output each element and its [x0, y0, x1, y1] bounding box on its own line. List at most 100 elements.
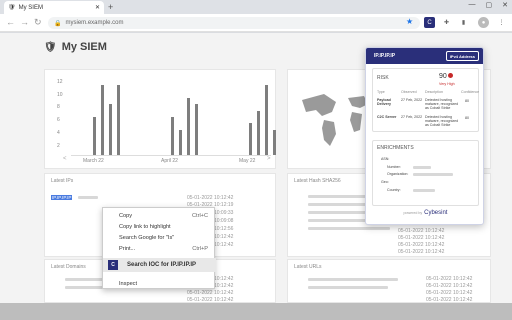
menu-item-copy-link[interactable]: Copy link to highlight — [103, 221, 216, 232]
alert-icon — [448, 73, 453, 78]
menu-item-print[interactable]: Print... Ctrl+P — [103, 243, 216, 254]
y-tick: 4 — [57, 129, 60, 136]
menu-item-search-ioc[interactable]: C Search IOC for IP.IP.IP.IP — [103, 258, 216, 272]
row-date: 05-01-2022 10:12:42 — [187, 195, 234, 201]
risk-score: 90 — [439, 73, 447, 80]
menu-label: Copy link to highlight — [119, 223, 171, 230]
bottom-bar — [0, 303, 512, 320]
menu-label: Search IOC for IP.IP.IP.IP — [127, 262, 197, 268]
menu-label: Print... — [119, 245, 136, 252]
new-tab-button[interactable]: + — [108, 2, 113, 12]
powered-label: powered by — [403, 211, 423, 215]
number-label: Number: — [387, 165, 401, 169]
x-label-may: May 22 — [239, 158, 256, 164]
popup-header: IP.IP.IP.IP IPv4 Address — [366, 48, 483, 64]
chart-bar — [117, 85, 120, 155]
row-date: 05-01-2022 10:12:42 — [398, 249, 445, 255]
enrichments-label: ENRICHMENTS — [377, 145, 414, 151]
row-desc: Detected hosting malware, recognized as … — [425, 115, 459, 127]
cybersixgill-extension-icon[interactable]: C — [424, 17, 435, 28]
chart-bar — [101, 85, 104, 155]
geo-label: Geo: — [381, 180, 389, 184]
row-type: C2C Server — [377, 115, 397, 119]
card-title: Latest Domains — [51, 264, 86, 270]
chart-next-icon[interactable]: > — [267, 156, 271, 162]
reload-icon[interactable]: ↻ — [34, 17, 42, 28]
brand-logo: Cybesint — [424, 210, 448, 216]
bookmark-star-icon[interactable]: ★ — [406, 17, 413, 26]
browser-toolbar: ← → ↻ 🔒 mysiem.example.com ★ C ✚ ▮ ● ⋮ — [0, 14, 512, 32]
risk-section: RISK 90 Very High Type Observed Descript… — [372, 68, 479, 132]
row-type: Payload Delivery — [377, 98, 391, 106]
chart-bar — [179, 129, 182, 155]
kebab-menu-icon[interactable]: ⋮ — [496, 17, 507, 28]
row-date: 05-01-2022 10:12:42 — [426, 276, 473, 282]
row-date: 05-01-2022 10:12:42 — [398, 242, 445, 248]
tab-title: My SIEM — [18, 4, 43, 11]
menu-label: Copy — [119, 212, 133, 219]
ioc-type-badge: IPv4 Address — [445, 51, 479, 61]
window-controls: — ▢ ✕ — [469, 1, 509, 9]
row-desc: Detected hosting malware, recognized as … — [425, 98, 459, 110]
browser-tab[interactable]: 🛡 My SIEM ✕ — [4, 1, 104, 14]
row-observed: 27 Feb, 2022 — [401, 98, 423, 102]
lock-icon: 🔒 — [54, 20, 62, 27]
powered-by: powered by Cybesint — [366, 210, 483, 216]
y-axis: 12 10 8 6 4 2 — [57, 76, 63, 152]
menu-label: Inspect — [119, 280, 138, 287]
ip-link[interactable]: IP.IP.IP.IP — [51, 195, 73, 200]
shortcut: Ctrl+P — [192, 245, 208, 252]
app-title: My SIEM — [61, 41, 107, 53]
latest-urls-card: Latest URLs 05-01-2022 10:12:42 05-01-20… — [287, 259, 491, 303]
close-window-icon[interactable]: ✕ — [502, 1, 508, 9]
sidepanel-icon[interactable]: ▮ — [458, 17, 469, 28]
y-tick: 8 — [57, 104, 60, 111]
forward-icon[interactable]: → — [20, 17, 29, 27]
table-row: IP.IP.IP.IP — [51, 195, 269, 200]
chart-bar — [265, 85, 268, 155]
close-tab-icon[interactable]: ✕ — [95, 4, 100, 11]
extensions-puzzle-icon[interactable]: ✚ — [441, 17, 452, 28]
chart-prev-icon[interactable]: < — [63, 156, 67, 162]
cybersixgill-icon: C — [108, 260, 118, 270]
shield-icon: 🛡 — [44, 41, 57, 53]
chart-bar — [249, 123, 252, 155]
row-date: 05-01-2022 10:12:42 — [426, 290, 473, 296]
enrichments-section: ENRICHMENTS ASN: Number: Organization: G… — [372, 140, 479, 206]
col-header: Description — [425, 90, 443, 94]
minimize-icon[interactable]: — — [469, 1, 476, 9]
ioc-value: IP.IP.IP.IP — [374, 53, 396, 59]
menu-item-copy[interactable]: Copy Ctrl+C — [103, 210, 216, 221]
col-header: Confidence — [461, 90, 480, 94]
y-tick: 6 — [57, 117, 60, 124]
y-tick: 10 — [57, 91, 63, 98]
menu-item-inspect[interactable]: Inspect — [103, 278, 216, 289]
context-menu: Copy Ctrl+C Copy link to highlight Searc… — [102, 207, 216, 289]
events-chart-card: 12 10 8 6 4 2 < > March 22 April 22 May … — [44, 69, 276, 169]
risk-label: RISK — [377, 75, 389, 81]
site-favicon: 🛡 — [8, 5, 16, 11]
asn-label: ASN: — [381, 157, 390, 161]
page-title: 🛡 My SIEM — [44, 41, 107, 53]
risk-level: Very High — [439, 82, 455, 86]
shortcut: Ctrl+C — [191, 212, 208, 219]
profile-avatar[interactable]: ● — [478, 17, 489, 28]
world-map — [302, 94, 368, 146]
card-title: Latest IPs — [51, 178, 74, 184]
chart-bar — [257, 110, 260, 155]
tab-strip: 🛡 My SIEM ✕ + — ▢ ✕ — [0, 0, 512, 14]
x-label-march: March 22 — [83, 158, 104, 164]
chart-plot — [71, 80, 276, 156]
menu-item-search-google[interactable]: Search Google for "Is" — [103, 232, 216, 243]
y-tick: 2 — [57, 142, 60, 149]
country-label: Country: — [387, 188, 401, 192]
back-icon[interactable]: ← — [6, 17, 15, 27]
chart-bar — [171, 117, 174, 155]
row-date: 05-01-2022 10:12:42 — [398, 228, 445, 234]
address-bar[interactable]: 🔒 mysiem.example.com — [48, 17, 420, 29]
chart-bar — [109, 104, 112, 155]
maximize-icon[interactable]: ▢ — [486, 1, 493, 9]
chart-bar — [187, 98, 190, 155]
col-header: Observed — [401, 90, 417, 94]
ioc-popup: IP.IP.IP.IP IPv4 Address RISK 90 Very Hi… — [365, 47, 484, 225]
